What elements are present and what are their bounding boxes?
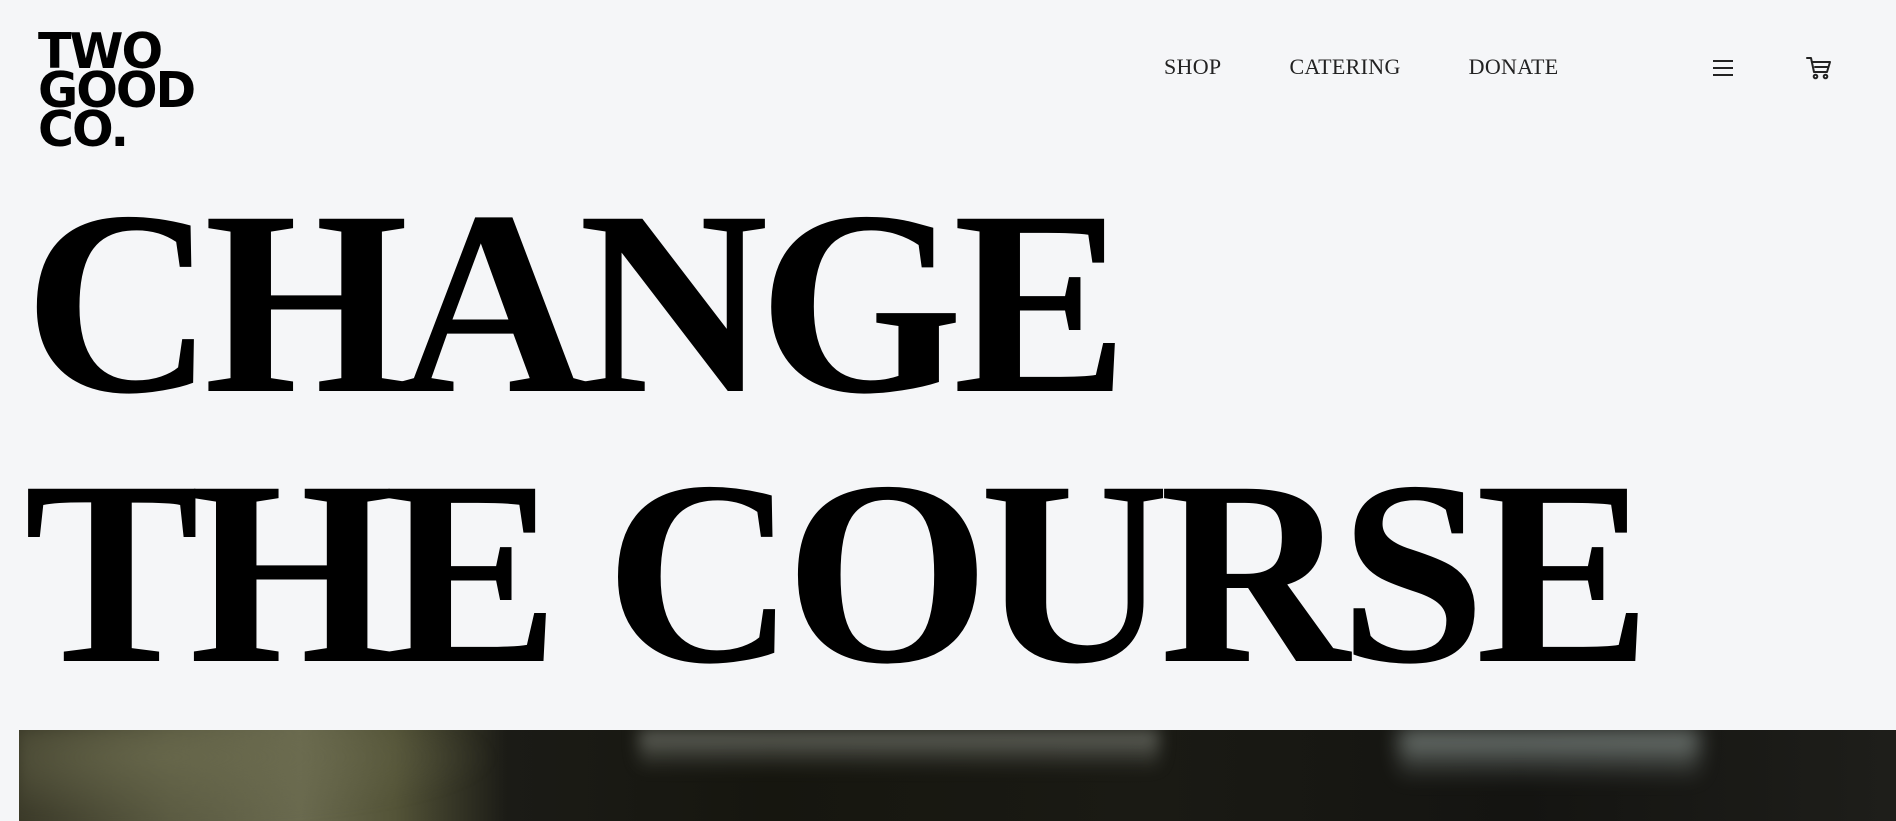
headline-line-2: THE COURSE bbox=[24, 427, 1651, 718]
menu-button[interactable] bbox=[1708, 53, 1738, 83]
headline-line-1: CHANGE bbox=[24, 157, 1128, 448]
hero-image-blur bbox=[19, 730, 499, 821]
nav-item-catering[interactable]: CATERING bbox=[1289, 54, 1400, 80]
main-nav: SHOP CATERING DONATE bbox=[1164, 54, 1558, 80]
hero-image-highlight bbox=[1399, 730, 1699, 780]
hero-headline: CHANGE THE COURSE bbox=[24, 157, 1651, 718]
hero-image-highlight bbox=[639, 730, 1159, 770]
shopping-cart-icon bbox=[1806, 57, 1831, 80]
hamburger-menu-icon bbox=[1713, 60, 1733, 76]
nav-item-donate[interactable]: DONATE bbox=[1469, 54, 1559, 80]
nav-item-shop[interactable]: SHOP bbox=[1164, 54, 1221, 80]
hero-image bbox=[19, 730, 1896, 821]
brand-logo[interactable]: TWO GOOD CO. bbox=[38, 27, 218, 154]
cart-button[interactable] bbox=[1804, 53, 1834, 83]
